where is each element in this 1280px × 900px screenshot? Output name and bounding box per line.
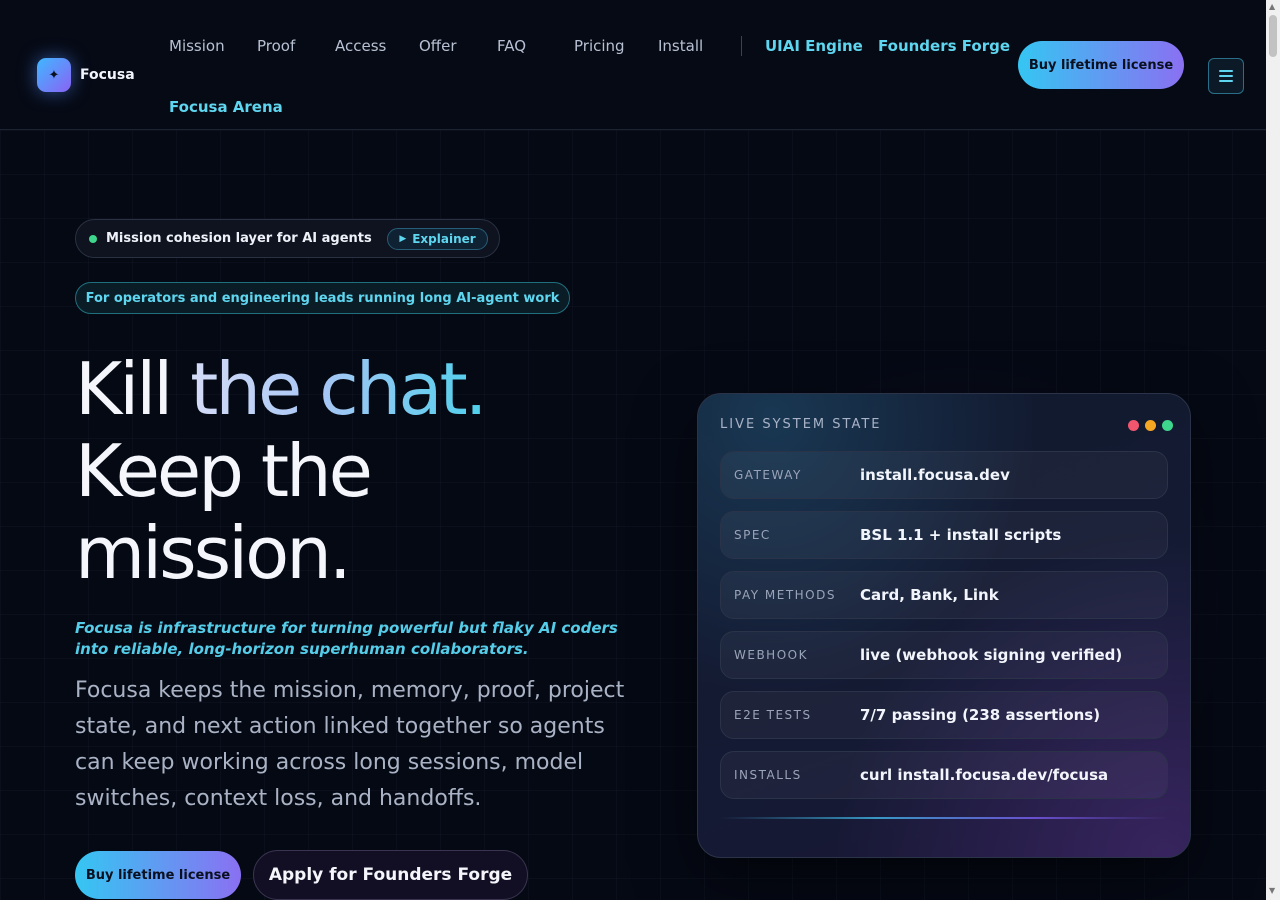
- scroll-down-icon[interactable]: ▼: [1269, 886, 1275, 895]
- nav-focusa-arena[interactable]: Focusa Arena: [169, 98, 283, 116]
- explainer-label: Explainer: [412, 232, 476, 246]
- state-row-e2e-tests: E2E TESTS 7/7 passing (238 assertions): [720, 691, 1168, 739]
- hero-title-line2: Keep the: [75, 429, 373, 513]
- nav-founders-forge[interactable]: Founders Forge: [878, 37, 1010, 55]
- explainer-button[interactable]: ▶ Explainer: [387, 228, 488, 250]
- hero-buy-license-button[interactable]: Buy lifetime license: [75, 851, 241, 899]
- hamburger-menu-icon[interactable]: [1208, 58, 1244, 94]
- hero-title: Kill the chat. Keep the mission.: [75, 348, 635, 594]
- dot-red-icon: [1128, 420, 1139, 431]
- play-icon: ▶: [399, 234, 407, 244]
- hero-title-line3: mission.: [75, 511, 352, 595]
- state-value: Card, Bank, Link: [860, 586, 999, 604]
- nav-divider: [741, 36, 742, 56]
- dot-green-icon: [1162, 420, 1173, 431]
- window-dots: [1128, 420, 1173, 431]
- state-row-webhook: WEBHOOK live (webhook signing verified): [720, 631, 1168, 679]
- card-title: LIVE SYSTEM STATE: [720, 417, 882, 432]
- state-key: E2E TESTS: [734, 708, 812, 722]
- site-header: ✦ Focusa Mission Proof Access Offer FAQ …: [0, 0, 1266, 130]
- state-value: install.focusa.dev: [860, 466, 1010, 484]
- hero-tagline: Focusa is infrastructure for turning pow…: [75, 619, 618, 658]
- sparkle-icon: ✦: [37, 58, 71, 92]
- state-row-installs: INSTALLS curl install.focusa.dev/focusa: [720, 751, 1168, 799]
- scroll-thumb[interactable]: [1269, 15, 1277, 57]
- nav-offer[interactable]: Offer: [419, 37, 457, 55]
- scroll-up-icon[interactable]: ▲: [1269, 2, 1275, 11]
- state-row-spec: SPEC BSL 1.1 + install scripts: [720, 511, 1168, 559]
- apply-founders-forge-button[interactable]: Apply for Founders Forge: [253, 850, 528, 900]
- status-dot-icon: [89, 234, 97, 243]
- nav-install[interactable]: Install: [658, 37, 703, 55]
- live-system-state-card: LIVE SYSTEM STATE GATEWAY install.focusa…: [697, 393, 1191, 858]
- state-key: SPEC: [734, 528, 771, 542]
- state-value: 7/7 passing (238 assertions): [860, 706, 1101, 724]
- logo[interactable]: ✦ Focusa: [37, 58, 135, 92]
- nav-access[interactable]: Access: [335, 37, 386, 55]
- state-key: WEBHOOK: [734, 648, 808, 662]
- nav-mission[interactable]: Mission: [169, 37, 225, 55]
- state-key: PAY METHODS: [734, 588, 836, 602]
- hero-title-line1-a: Kill: [75, 347, 191, 431]
- logo-text: Focusa: [80, 67, 135, 83]
- hero-description: Focusa keeps the mission, memory, proof,…: [75, 678, 625, 811]
- state-value: live (webhook signing verified): [860, 646, 1123, 664]
- hero-title-line1-b: the chat.: [190, 347, 488, 431]
- state-value: curl install.focusa.dev/focusa: [860, 766, 1109, 784]
- mission-badge: Mission cohesion layer for AI agents ▶ E…: [75, 219, 500, 258]
- nav-faq[interactable]: FAQ: [497, 37, 526, 55]
- state-value: BSL 1.1 + install scripts: [860, 526, 1062, 544]
- mission-badge-text: Mission cohesion layer for AI agents: [106, 231, 372, 246]
- nav-pricing[interactable]: Pricing: [574, 37, 625, 55]
- page-scrollbar[interactable]: ▲ ▼: [1266, 0, 1280, 900]
- nav-uiai-engine[interactable]: UIAI Engine: [765, 37, 863, 55]
- state-key: INSTALLS: [734, 768, 802, 782]
- nav-proof[interactable]: Proof: [257, 37, 295, 55]
- state-row-pay-methods: PAY METHODS Card, Bank, Link: [720, 571, 1168, 619]
- state-key: GATEWAY: [734, 468, 802, 482]
- card-glow-divider: [720, 817, 1168, 819]
- header-buy-license-button[interactable]: Buy lifetime license: [1018, 41, 1184, 89]
- dot-yellow-icon: [1145, 420, 1156, 431]
- audience-badge: For operators and engineering leads runn…: [75, 282, 570, 314]
- state-row-gateway: GATEWAY install.focusa.dev: [720, 451, 1168, 499]
